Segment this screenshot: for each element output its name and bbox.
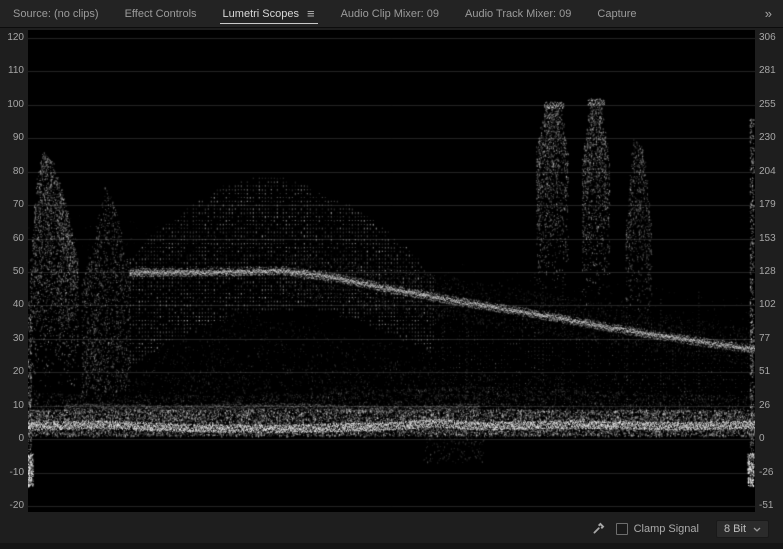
tab-label: Source: (no clips) [13,7,99,20]
lumetri-scopes-main: 120 110 100 90 80 70 60 50 40 30 20 10 0 -10 -20 306 28… [0,28,783,515]
scope-settings-button[interactable] [591,522,605,536]
panel-tabs: Source: (no clips) Effect Controls Lumetri… [0,0,650,27]
premiere-panel-window: Source: (no clips) Effect Controls Lumetri… [0,0,783,549]
panel-bottom-edge [0,543,783,549]
axis-label: 0 [759,433,765,445]
waveform-scope-display [28,30,755,512]
axis-label: 50 [12,266,24,277]
axis-label: 26 [759,399,771,411]
clamp-signal-label: Clamp Signal [633,523,699,535]
tab-label: Capture [597,7,637,20]
axis-label: 120 [7,32,24,43]
axis-label: 51 [759,366,771,378]
axis-label: 102 [759,299,776,311]
tab-source-no-clips[interactable]: Source: (no clips) [0,0,112,27]
panel-tab-bar: Source: (no clips) Effect Controls Lumetri… [0,0,783,28]
axis-label: 255 [759,98,776,110]
axis-label: 40 [12,299,24,311]
tab-label: Lumetri Scopes [222,7,299,20]
bit-depth-dropdown[interactable]: 8 Bit [715,520,769,538]
axis-label: 77 [759,332,771,344]
double-chevron-icon: » [764,6,772,21]
tab-label: Audio Clip Mixer: 09 [340,7,440,20]
ire-axis: 120 110 100 90 80 70 60 50 40 30 20 10 0 -10 -20 [0,30,25,512]
axis-label: 153 [759,232,776,244]
bit-depth-value: 8 Bit [723,523,746,535]
axis-label: 230 [759,132,776,144]
axis-label: 20 [12,366,24,378]
axis-label: 0 [18,433,24,445]
axis-label: 90 [12,132,24,144]
tab-lumetri-scopes[interactable]: Lumetri Scopes ≡ [210,0,328,27]
tab-audio-track-mixer-09[interactable]: Audio Track Mixer: 09 [452,0,584,27]
tab-audio-clip-mixer-09[interactable]: Audio Clip Mixer: 09 [328,0,452,27]
tab-overflow-button[interactable]: » [754,0,783,27]
axis-label: 128 [759,266,776,277]
axis-label: 70 [12,199,24,211]
axis-label: -51 [759,500,774,512]
axis-label: 306 [759,32,776,43]
tab-label: Audio Track Mixer: 09 [465,7,572,20]
8bit-axis: 306 281 255 230 204 179 153 128 102 77 51 26 0 -26 -51 [758,30,783,512]
axis-label: 179 [759,199,776,211]
clamp-signal-control[interactable]: Clamp Signal [615,523,699,535]
axis-label: -26 [759,466,774,478]
waveform-scope-plot [28,30,755,512]
axis-label: -10 [9,466,24,478]
axis-label: 30 [12,332,24,344]
tab-effect-controls[interactable]: Effect Controls [112,0,210,27]
axis-label: 10 [12,399,24,411]
chevron-down-icon [753,527,761,532]
axis-label: -20 [9,500,24,512]
panel-menu-icon[interactable]: ≡ [307,7,315,20]
axis-label: 110 [8,65,24,77]
axis-label: 60 [12,232,24,244]
axis-label: 100 [7,98,24,110]
wrench-icon [593,522,604,534]
clamp-signal-checkbox[interactable] [615,523,628,535]
scope-footer: Clamp Signal 8 Bit [0,515,783,543]
axis-label: 204 [759,165,776,177]
tab-capture[interactable]: Capture [584,0,649,27]
axis-label: 281 [759,65,776,77]
tab-label: Effect Controls [124,7,197,20]
axis-label: 80 [12,165,24,177]
